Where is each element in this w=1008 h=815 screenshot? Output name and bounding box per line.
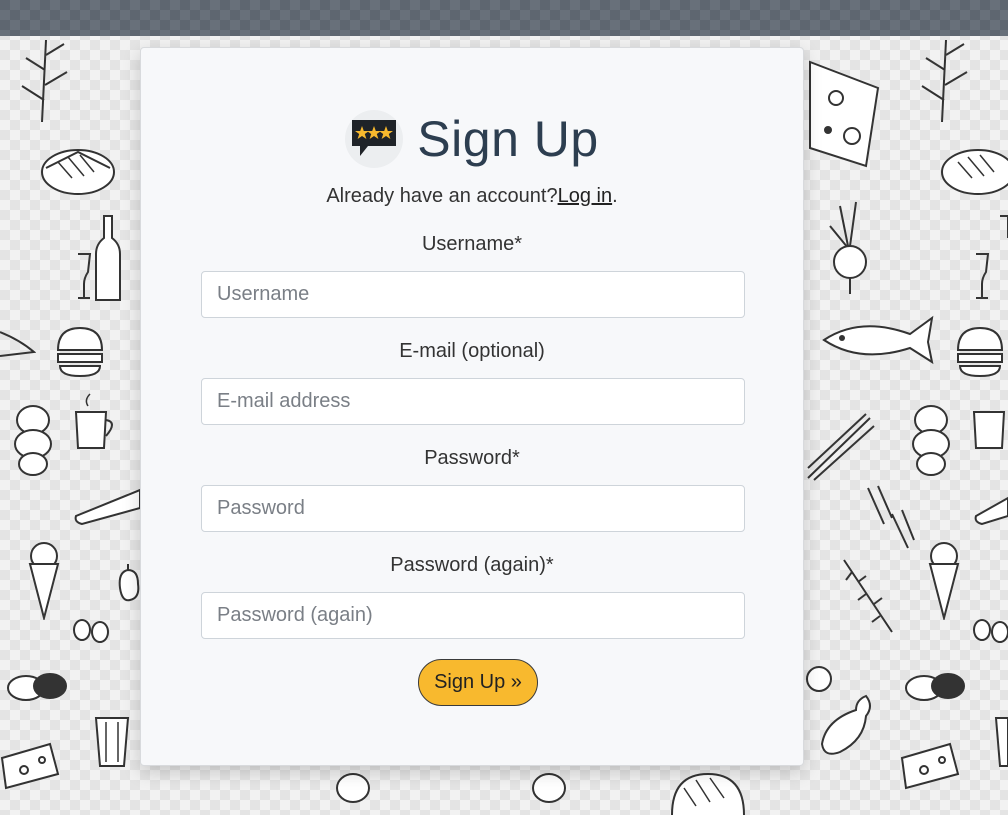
herb-sprig-icon (21, 39, 68, 123)
popcorn-cup-icon (94, 717, 130, 767)
garlic-icon (14, 405, 52, 476)
username-input[interactable] (201, 271, 745, 318)
password-input[interactable] (201, 485, 745, 532)
burger-icon (56, 326, 104, 378)
radish-icon (829, 201, 867, 294)
garlic-icon (912, 405, 950, 476)
email-label: E-mail (optional) (399, 340, 545, 362)
wine-bottle-icon (78, 215, 121, 301)
login-prompt-period: . (612, 185, 618, 207)
ice-cream-icon (28, 542, 60, 620)
cheese-wheel-icon (941, 149, 1008, 195)
ice-cream-icon (928, 542, 960, 620)
eggplant-icon (820, 694, 871, 755)
username-label: Username* (421, 233, 523, 255)
mussels-icon (7, 673, 67, 701)
password-again-input[interactable] (201, 592, 745, 639)
cheese-wedge-icon (900, 742, 960, 790)
rosemary-icon (843, 559, 893, 633)
baguette-icon (74, 488, 140, 526)
olives-icon (73, 619, 109, 643)
page-title: Sign Up (417, 111, 599, 167)
login-prompt: Already have an account?Log in. (141, 185, 803, 208)
wine-bottle-icon (976, 215, 1008, 299)
coffee-mug-icon (74, 393, 113, 449)
popcorn-cup-icon (994, 717, 1008, 767)
herb-sprig-icon (921, 39, 968, 123)
garlic-icon (336, 773, 370, 803)
signup-button[interactable]: Sign Up » (418, 659, 538, 706)
email-input[interactable] (201, 378, 745, 425)
pepper-icon (118, 564, 140, 602)
mussels-icon (905, 673, 965, 701)
password-label: Password* (424, 447, 520, 469)
title-row: Sign Up (141, 110, 803, 168)
tomato-icon (806, 666, 832, 692)
pizza-icon (809, 60, 880, 168)
fish-icon (0, 331, 36, 357)
fish-icon (822, 315, 934, 365)
coffee-mug-icon (972, 411, 1006, 449)
cheese-wedge-icon (0, 742, 60, 790)
asparagus-icon (807, 413, 875, 481)
rating-speech-bubble-icon (352, 120, 397, 156)
logo (345, 110, 404, 168)
top-bar (0, 0, 1008, 36)
signup-card: Sign Up Already have an account?Log in. … (140, 47, 804, 766)
login-link[interactable]: Log in (558, 185, 613, 207)
burger-icon (956, 326, 1004, 378)
cheese-wheel-icon (41, 149, 115, 195)
password-again-label: Password (again)* (390, 554, 554, 576)
olives-icon (973, 619, 1008, 643)
cheese-wheel-icon (671, 772, 745, 815)
pasta-icon (867, 485, 915, 549)
garlic-icon (532, 773, 566, 803)
login-prompt-text: Already have an account? (326, 185, 558, 207)
baguette-icon (974, 496, 1008, 526)
